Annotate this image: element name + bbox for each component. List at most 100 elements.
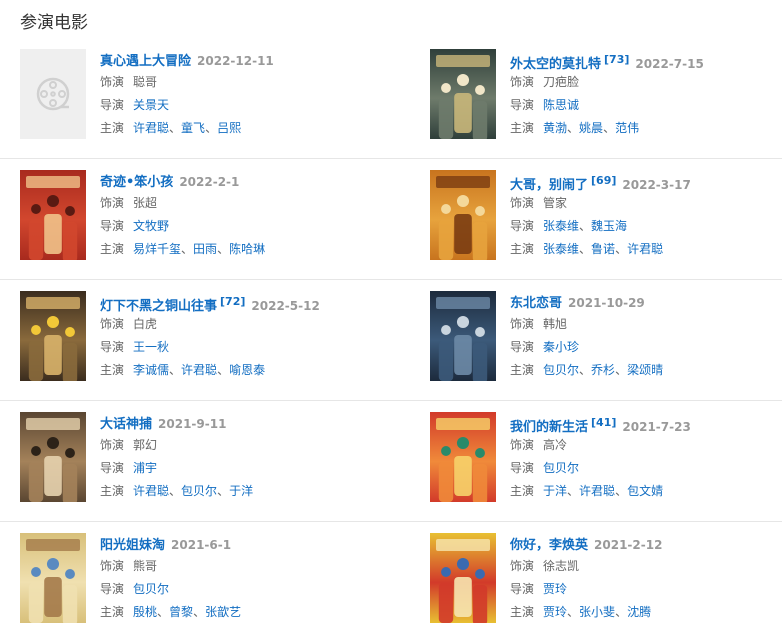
director-line: 导演 包贝尔	[100, 578, 380, 601]
director-label: 导演	[100, 98, 125, 112]
director-link[interactable]: 贾玲	[543, 582, 567, 596]
film-info: 我们的新生活 [41] 2021-7-23 饰演 高冷 导演 包贝尔 主演 于洋、许君聪、包文婧	[510, 412, 782, 503]
director-names: 陈思诚	[543, 98, 579, 112]
director-link[interactable]: 王一秋	[133, 340, 169, 354]
film-title-link[interactable]: 外太空的莫扎特	[510, 57, 601, 72]
director-link[interactable]: 包贝尔	[133, 582, 169, 596]
cast-link[interactable]: 李诚儒	[133, 363, 169, 377]
cast-link[interactable]: 殷桃	[133, 605, 157, 619]
cast-link[interactable]: 吕熙	[217, 121, 241, 135]
role-line: 饰演 韩旭	[510, 313, 782, 336]
film-poster[interactable]	[20, 412, 86, 502]
film-title-link[interactable]: 灯下不黑之铜山往事	[100, 299, 217, 314]
director-link[interactable]: 魏玉海	[591, 219, 627, 233]
cast-link[interactable]: 范伟	[615, 121, 639, 135]
rating-badge[interactable]: [72]	[220, 295, 245, 308]
cast-line: 主演 黄渤、姚晨、范伟	[510, 117, 782, 140]
film-title-link[interactable]: 你好，李焕英	[510, 538, 588, 553]
cast-label: 主演	[100, 363, 125, 377]
director-link[interactable]: 文牧野	[133, 219, 169, 233]
cast-link[interactable]: 田雨	[193, 242, 217, 256]
film-poster[interactable]	[430, 291, 496, 381]
name-separator: 、	[579, 242, 592, 256]
release-date: 2021-10-29	[568, 296, 645, 310]
film-card: 奇迹•笨小孩 2022-2-1 饰演 张超 导演 文牧野 主演 易烊千玺、田雨、陈哈琳	[20, 170, 380, 264]
cast-link[interactable]: 梁颂晴	[627, 363, 663, 377]
director-names: 贾玲	[543, 582, 567, 596]
cast-link[interactable]: 包贝尔	[181, 484, 217, 498]
film-poster[interactable]	[20, 49, 86, 139]
film-poster[interactable]	[430, 170, 496, 260]
cast-link[interactable]: 许君聪	[181, 363, 217, 377]
director-names: 包贝尔	[133, 582, 169, 596]
rating-badge[interactable]: [69]	[591, 174, 616, 187]
cast-names: 李诚儒、许君聪、喻恩泰	[133, 363, 265, 377]
cast-link[interactable]: 易烊千玺	[133, 242, 181, 256]
film-title-line: 真心遇上大冒险 2022-12-11	[100, 49, 380, 71]
role-line: 饰演 熊哥	[100, 555, 380, 578]
page-title: 参演电影	[20, 13, 88, 33]
cast-link[interactable]: 许君聪	[627, 242, 663, 256]
cast-link[interactable]: 许君聪	[133, 484, 169, 498]
film-poster[interactable]	[20, 533, 86, 623]
role-line: 饰演 白虎	[100, 313, 380, 336]
cast-link[interactable]: 包贝尔	[543, 363, 579, 377]
cast-label: 主演	[100, 605, 125, 619]
cast-link[interactable]: 曾黎	[169, 605, 193, 619]
director-link[interactable]: 秦小珍	[543, 340, 579, 354]
cast-link[interactable]: 张歆艺	[205, 605, 241, 619]
film-poster[interactable]	[20, 291, 86, 381]
cast-link[interactable]: 贾玲	[543, 605, 567, 619]
director-link[interactable]: 包贝尔	[543, 461, 579, 475]
director-link[interactable]: 张泰维	[543, 219, 579, 233]
director-link[interactable]: 浦宇	[133, 461, 157, 475]
name-separator: 、	[169, 121, 182, 135]
cast-link[interactable]: 鲁诺	[591, 242, 615, 256]
poster-image	[20, 291, 86, 381]
cast-link[interactable]: 许君聪	[579, 484, 615, 498]
cast-link[interactable]: 乔杉	[591, 363, 615, 377]
film-info: 大哥，别闹了 [69] 2022-3-17 饰演 管家 导演 张泰维、魏玉海 主演 张泰维、鲁诺…	[510, 170, 782, 261]
film-poster[interactable]	[430, 49, 496, 139]
role-value: 韩旭	[543, 317, 568, 331]
cast-link[interactable]: 黄渤	[543, 121, 567, 135]
cast-link[interactable]: 陈哈琳	[229, 242, 265, 256]
director-link[interactable]: 陈思诚	[543, 98, 579, 112]
cast-link[interactable]: 许君聪	[133, 121, 169, 135]
cast-link[interactable]: 童飞	[181, 121, 205, 135]
film-title-link[interactable]: 阳光姐妹淘	[100, 538, 165, 553]
film-title-line: 大哥，别闹了 [69] 2022-3-17	[510, 170, 782, 193]
film-title-link[interactable]: 奇迹•笨小孩	[100, 175, 173, 190]
cast-link[interactable]: 喻恩泰	[229, 363, 265, 377]
name-separator: 、	[169, 363, 182, 377]
role-line: 饰演 郭幻	[100, 434, 380, 457]
name-separator: 、	[217, 363, 230, 377]
role-line: 饰演 高冷	[510, 434, 782, 457]
film-title-link[interactable]: 大话神捕	[100, 417, 152, 432]
cast-names: 包贝尔、乔杉、梁颂晴	[543, 363, 663, 377]
cast-link[interactable]: 于洋	[229, 484, 253, 498]
cast-link[interactable]: 包文婧	[627, 484, 663, 498]
cast-label: 主演	[510, 242, 535, 256]
film-info: 阳光姐妹淘 2021-6-1 饰演 熊哥 导演 包贝尔 主演 殷桃、曾黎、张歆艺	[100, 533, 380, 624]
rating-badge[interactable]: [73]	[604, 53, 629, 66]
film-title-link[interactable]: 大哥，别闹了	[510, 178, 588, 193]
cast-link[interactable]: 张泰维	[543, 242, 579, 256]
cast-names: 殷桃、曾黎、张歆艺	[133, 605, 241, 619]
film-title-link[interactable]: 东北恋哥	[510, 296, 562, 311]
cast-link[interactable]: 张小斐	[579, 605, 615, 619]
film-title-link[interactable]: 我们的新生活	[510, 420, 588, 435]
release-date: 2022-12-11	[197, 54, 274, 68]
director-line: 导演 贾玲	[510, 578, 782, 601]
film-poster[interactable]	[20, 170, 86, 260]
role-value: 白虎	[133, 317, 158, 331]
film-poster[interactable]	[430, 533, 496, 623]
film-title-link[interactable]: 真心遇上大冒险	[100, 54, 191, 69]
film-poster[interactable]	[430, 412, 496, 502]
cast-link[interactable]: 于洋	[543, 484, 567, 498]
director-link[interactable]: 关景天	[133, 98, 169, 112]
role-value: 熊哥	[133, 559, 158, 573]
cast-link[interactable]: 沈腾	[627, 605, 651, 619]
rating-badge[interactable]: [41]	[591, 416, 616, 429]
cast-link[interactable]: 姚晨	[579, 121, 603, 135]
